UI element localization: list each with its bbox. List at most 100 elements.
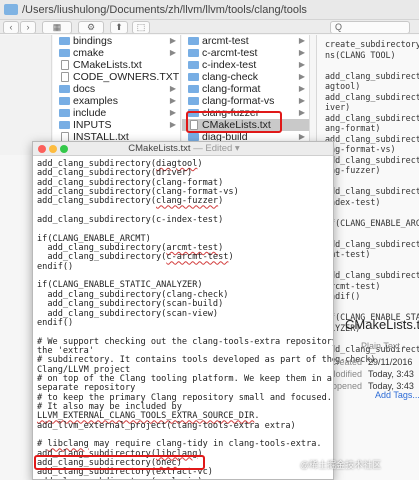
preview-file-name: CMakeLists.txt xyxy=(345,317,419,332)
finder-col3-item-label: clang-fuzzer xyxy=(202,107,260,119)
code-line: add_clang_subdirectory(scan-view) xyxy=(37,308,219,319)
disclosure-arrow-icon: ▶ xyxy=(298,108,305,117)
finder-col2-item[interactable]: include ▶ xyxy=(53,107,180,119)
finder-col2-item-label: examples xyxy=(73,95,118,107)
add-tags-link[interactable]: Add Tags... xyxy=(375,390,419,400)
folder-icon xyxy=(59,49,70,57)
document-icon xyxy=(61,60,69,70)
text-editor-window: CMakeLists.txt — Edited ▾ add_clang_subd… xyxy=(32,141,334,480)
finder-col3-item[interactable]: clang-format-vs ▶ xyxy=(182,95,309,107)
finder-col3-item[interactable]: clang-check ▶ xyxy=(182,71,309,83)
disclosure-arrow-icon: ▶ xyxy=(169,96,176,105)
created-value: 29/11/2016 xyxy=(368,357,413,367)
finder-col3-item[interactable]: c-arcmt-test ▶ xyxy=(182,47,309,59)
folder-icon xyxy=(188,85,199,93)
folder-icon xyxy=(4,4,18,15)
finder-col2-item[interactable]: CODE_OWNERS.TXT xyxy=(53,71,180,83)
code-line: endif() xyxy=(37,261,74,272)
finder-col2-item[interactable]: docs ▶ xyxy=(53,83,180,95)
folder-icon xyxy=(188,97,199,105)
finder-col2-item[interactable]: INPUTS ▶ xyxy=(53,119,180,131)
watermark-text: @稀土掘金技术社区 xyxy=(300,460,382,470)
finder-toolbar: ‹ › ▦ ⚙ ⬆ ⬚ Q xyxy=(0,20,419,34)
folder-icon xyxy=(188,109,199,117)
finder-col3-item[interactable]: c-index-test ▶ xyxy=(182,59,309,71)
zoom-window-icon[interactable] xyxy=(60,145,68,153)
disclosure-arrow-icon: ▶ xyxy=(169,120,176,129)
finder-col3-item[interactable]: clang-fuzzer ▶ xyxy=(182,107,309,119)
preview-file-kind: Plain Text - xyxy=(361,341,406,351)
finder-col2-item[interactable]: CMakeLists.txt xyxy=(53,59,180,71)
finder-col2-item[interactable]: bindings ▶ xyxy=(53,35,180,47)
close-window-icon[interactable] xyxy=(38,145,46,153)
disclosure-arrow-icon: ▶ xyxy=(298,36,305,45)
disclosure-arrow-icon: ▶ xyxy=(169,84,176,93)
document-icon xyxy=(190,120,198,130)
file-preview-content: create_subdirectory_o ns(CLANG TOOL) add… xyxy=(325,39,419,364)
finder-col3-item[interactable]: CMakeLists.txt xyxy=(182,119,309,131)
back-button[interactable]: ‹ xyxy=(3,21,19,33)
finder-col3-item-label: clang-check xyxy=(202,71,259,83)
tags-button[interactable]: ⬚ xyxy=(132,21,150,33)
code-line: add_llvm_external_project(clang-tools-ex… xyxy=(37,420,296,431)
modified-value: Today, 3:43 xyxy=(368,369,414,379)
finder-path-bar: /Users/liushulong/Documents/zh/llvm/llvm… xyxy=(0,0,419,20)
search-field[interactable]: Q xyxy=(330,21,410,33)
folder-icon xyxy=(59,121,70,129)
finder-col3-item-label: CMakeLists.txt xyxy=(202,119,271,131)
finder-col3-item-label: c-index-test xyxy=(202,59,257,71)
folder-icon xyxy=(188,73,199,81)
minimize-window-icon[interactable] xyxy=(49,145,57,153)
code-line: add_clang_subdirectory(clang-fuzzer) xyxy=(37,196,224,207)
finder-col2-item-label: bindings xyxy=(73,35,113,47)
folder-icon xyxy=(59,97,70,105)
editor-edited-menu[interactable]: — Edited ▾ xyxy=(191,143,240,154)
finder-col2-item-label: include xyxy=(73,107,107,119)
spelling-underline: clang-fuzzer xyxy=(156,196,219,207)
document-icon xyxy=(61,72,69,82)
disclosure-arrow-icon: ▶ xyxy=(298,72,305,81)
folder-icon xyxy=(59,37,70,45)
finder-col2-item-label: docs xyxy=(73,83,96,95)
editor-title-bar: CMakeLists.txt — Edited ▾ xyxy=(33,142,333,156)
share-button[interactable]: ⬆ xyxy=(110,21,128,33)
disclosure-arrow-icon: ▶ xyxy=(169,108,176,117)
code-line: add_clang_subdirectory(c-index-test) xyxy=(37,215,224,226)
sidebar-column xyxy=(0,35,52,155)
code-line: add_clang_subdirectory(c-arcmt-test) xyxy=(37,252,234,263)
disclosure-arrow-icon: ▶ xyxy=(169,36,176,45)
finder-col2-item-label: CMakeLists.txt xyxy=(73,59,142,71)
disclosure-arrow-icon: ▶ xyxy=(298,48,305,57)
finder-col2-item[interactable]: cmake ▶ xyxy=(53,47,180,59)
disclosure-arrow-icon: ▶ xyxy=(298,84,305,93)
finder-col3-item[interactable]: clang-format ▶ xyxy=(182,83,309,95)
folder-icon xyxy=(59,85,70,93)
folder-icon xyxy=(188,37,199,45)
spelling-underline: c-arcmt-test xyxy=(166,252,229,263)
finder-col2-item-label: cmake xyxy=(73,47,104,59)
created-label: Created xyxy=(329,357,362,367)
finder-col2-item-label: INPUTS xyxy=(73,119,112,131)
forward-button[interactable]: › xyxy=(20,21,36,33)
action-gear-button[interactable]: ⚙ xyxy=(78,21,104,33)
finder-col3-item-label: arcmt-test xyxy=(202,35,249,47)
editor-title: CMakeLists.txt xyxy=(128,143,191,154)
editor-text-area[interactable]: add_clang_subdirectory(diagtool) add_clan… xyxy=(37,159,333,479)
path-label: /Users/liushulong/Documents/zh/llvm/llvm… xyxy=(22,4,307,16)
finder-col3-item-label: clang-format xyxy=(202,83,261,95)
finder-col2-item-label: CODE_OWNERS.TXT xyxy=(73,71,180,83)
code-line: endif() xyxy=(37,317,74,328)
folder-icon xyxy=(59,109,70,117)
folder-icon xyxy=(188,61,199,69)
finder-column-tools: arcmt-test ▶ c-arcmt-test ▶ c-index-test ▶ cla… xyxy=(182,35,310,155)
finder-col3-item[interactable]: arcmt-test ▶ xyxy=(182,35,309,47)
folder-icon xyxy=(188,49,199,57)
view-mode-button[interactable]: ▦ xyxy=(42,21,72,33)
disclosure-arrow-icon: ▶ xyxy=(298,96,305,105)
finder-col2-item[interactable]: examples ▶ xyxy=(53,95,180,107)
disclosure-arrow-icon: ▶ xyxy=(169,48,176,57)
disclosure-arrow-icon: ▶ xyxy=(298,60,305,69)
finder-col3-item-label: c-arcmt-test xyxy=(202,47,258,59)
folder-icon xyxy=(188,133,199,141)
finder-column-llvm-clang: bindings ▶ cmake ▶ CMakeLists.txt CODE_OWNERS… xyxy=(53,35,181,155)
